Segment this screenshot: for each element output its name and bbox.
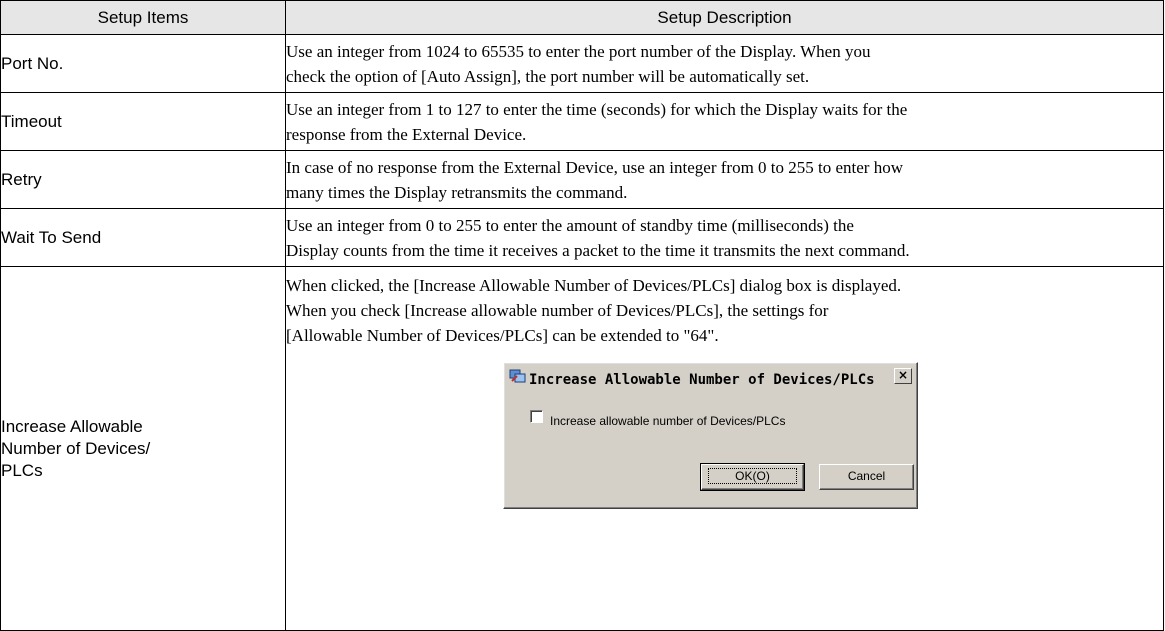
increase-devices-dialog: Increase Allowable Number of Devices/PLC… [503,362,918,509]
setup-table: Setup Items Setup Description Port No. U… [0,0,1164,631]
desc-line: Use an integer from 1 to 127 to enter th… [286,99,908,119]
desc-line: Display counts from the time it receives… [286,240,910,260]
item-line: PLCs [1,460,43,480]
cancel-button[interactable]: Cancel [819,464,914,490]
desc-line: many times the Display retransmits the c… [286,182,628,202]
desc-line: When you check [Increase allowable numbe… [286,301,829,320]
close-button[interactable]: × [894,368,912,384]
desc-line: In case of no response from the External… [286,157,903,177]
setup-item: Timeout [0,92,286,151]
desc-line: response from the External Device. [286,124,527,144]
dialog-title: Increase Allowable Number of Devices/PLC… [529,372,875,388]
setup-description: Use an integer from 0 to 255 to enter th… [285,208,1164,267]
setup-item: Retry [0,150,286,209]
setup-description: Use an integer from 1024 to 65535 to ent… [285,34,1164,93]
desc-line: When clicked, the [Increase Allowable Nu… [286,276,902,295]
ok-button[interactable]: OK(O) [700,463,805,491]
desc-line: Use an integer from 0 to 255 to enter th… [286,215,854,235]
increase-devices-checkbox[interactable] [530,410,543,423]
desc-line: check the option of [Auto Assign], the p… [286,66,810,86]
setup-description: In case of no response from the External… [285,150,1164,209]
header-setup-description: Setup Description [285,0,1164,35]
checkbox-label[interactable]: Increase allowable number of Devices/PLC… [550,409,785,434]
table-row: Port No. Use an integer from 1024 to 655… [0,34,1164,93]
item-line: Number of Devices/ [1,438,151,458]
setup-description: When clicked, the [Increase Allowable Nu… [285,266,1164,631]
desc-line: Use an integer from 1024 to 65535 to ent… [286,41,871,61]
setup-item: Wait To Send [0,208,286,267]
header-setup-items: Setup Items [0,0,286,35]
setup-item: Increase Allowable Number of Devices/ PL… [0,266,286,631]
app-icon [509,369,526,383]
item-line: Increase Allowable [1,416,143,436]
setup-description: Use an integer from 1 to 127 to enter th… [285,92,1164,151]
table-row: Increase Allowable Number of Devices/ PL… [0,266,1164,631]
table-row: Retry In case of no response from the Ex… [0,150,1164,209]
desc-line: [Allowable Number of Devices/PLCs] can b… [286,326,719,345]
setup-item: Port No. [0,34,286,93]
table-row: Wait To Send Use an integer from 0 to 25… [0,208,1164,267]
ok-button-label[interactable]: OK(O) [708,468,797,484]
table-row: Timeout Use an integer from 1 to 127 to … [0,92,1164,151]
dialog-titlebar: Increase Allowable Number of Devices/PLC… [507,366,914,388]
